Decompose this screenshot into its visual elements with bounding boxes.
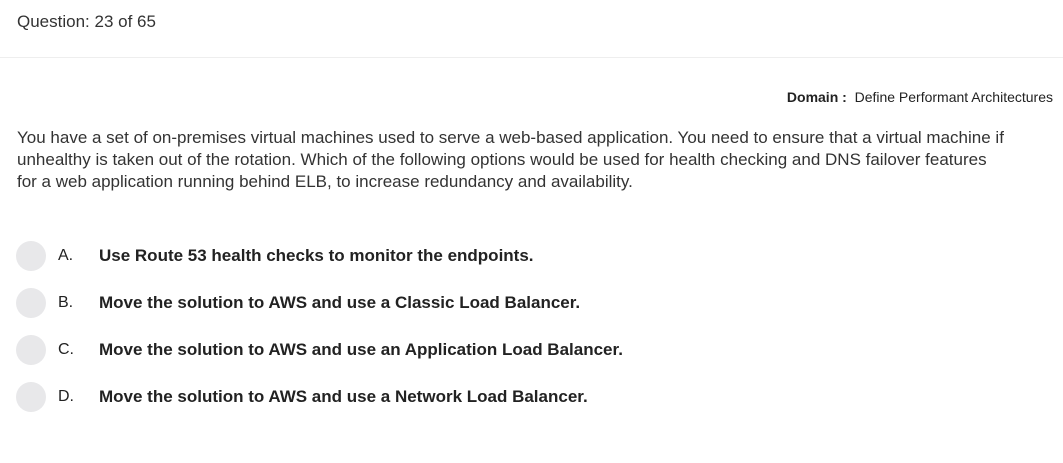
header: Question: 23 of 65 <box>0 0 1063 58</box>
option-letter: D. <box>58 388 74 405</box>
option-b[interactable]: B. Move the solution to AWS and use a Cl… <box>16 288 580 318</box>
question-counter: Question: 23 of 65 <box>17 12 156 31</box>
domain-value: Define Performant Architectures <box>854 89 1053 105</box>
radio-button[interactable] <box>16 288 46 318</box>
option-text: Move the solution to AWS and use an Appl… <box>99 340 623 359</box>
domain-info: Domain : Define Performant Architectures <box>787 89 1053 105</box>
radio-button[interactable] <box>16 241 46 271</box>
option-a[interactable]: A. Use Route 53 health checks to monitor… <box>16 241 534 271</box>
option-text: Move the solution to AWS and use a Netwo… <box>99 387 588 406</box>
option-letter: C. <box>58 341 74 358</box>
domain-label: Domain : <box>786 89 847 105</box>
option-text: Use Route 53 health checks to monitor th… <box>99 246 534 265</box>
question-text: You have a set of on-premises virtual ma… <box>17 128 1004 191</box>
option-d[interactable]: D. Move the solution to AWS and use a Ne… <box>16 382 588 412</box>
option-letter: B. <box>58 294 74 311</box>
option-text: Move the solution to AWS and use a Class… <box>99 293 581 312</box>
option-c[interactable]: C. Move the solution to AWS and use an A… <box>16 335 623 365</box>
option-letter: A. <box>58 247 74 264</box>
radio-button[interactable] <box>16 382 46 412</box>
radio-button[interactable] <box>16 335 46 365</box>
